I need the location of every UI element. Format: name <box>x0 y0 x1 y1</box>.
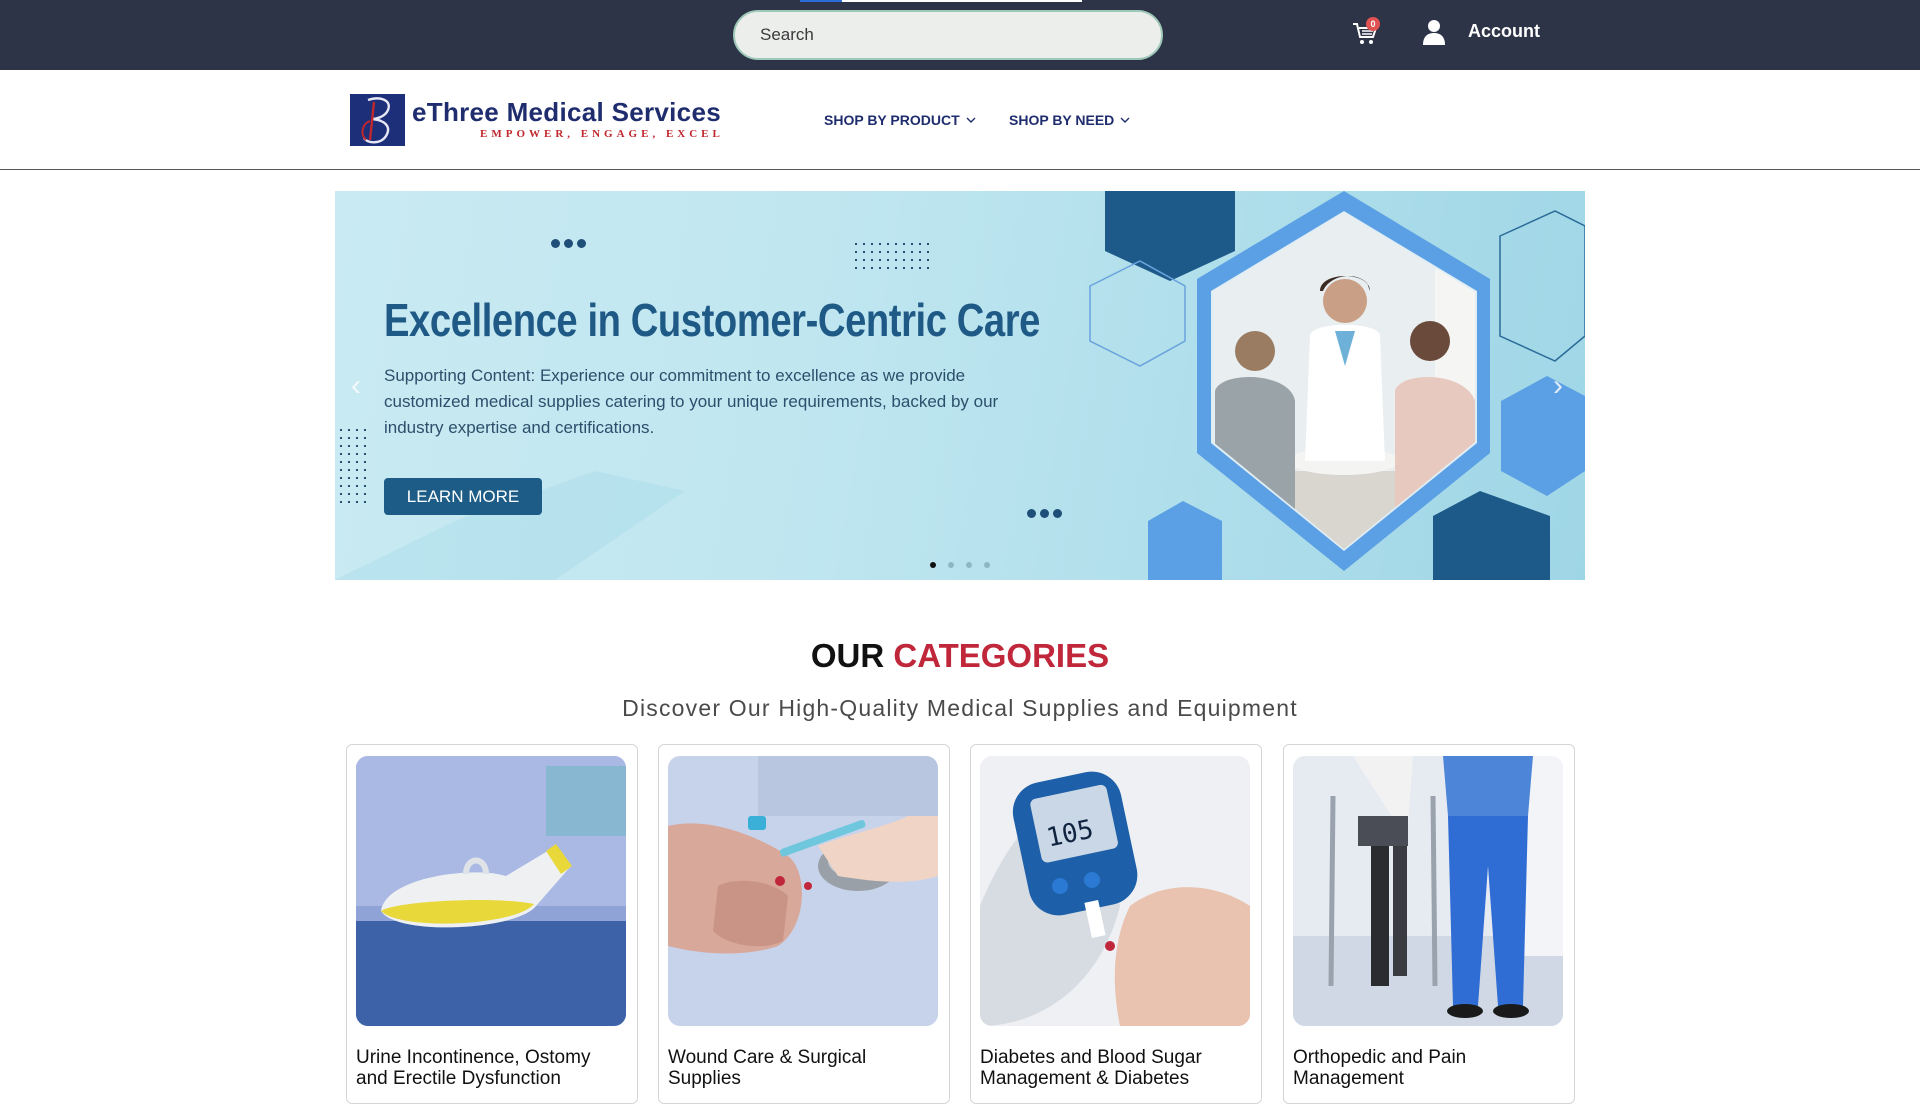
search-box[interactable] <box>733 10 1163 60</box>
nav-label: SHOP BY PRODUCT <box>824 112 960 128</box>
cart-count-badge: 0 <box>1366 17 1380 31</box>
chevron-down-icon <box>966 117 976 123</box>
slide-dot-3[interactable] <box>966 562 972 568</box>
slide-indicators <box>930 562 990 568</box>
categories-subtitle: Discover Our High-Quality Medical Suppli… <box>622 695 1298 721</box>
category-title[interactable]: Diabetes and Blood Sugar Management & Di… <box>980 1047 1250 1089</box>
previous-slide-icon[interactable]: ‹ <box>351 369 361 403</box>
categories-heading-accent: CATEGORIES <box>893 637 1110 674</box>
hero-title: Excellence in Customer-Centric Care <box>384 294 1040 346</box>
category-title[interactable]: Urine Incontinence, Ostomy and Erectile … <box>356 1047 626 1089</box>
slide-dot-4[interactable] <box>984 562 990 568</box>
categories-heading-prefix: OUR <box>810 637 885 674</box>
next-slide-icon[interactable]: › <box>1553 369 1563 403</box>
categories-heading: OUR CATEGORIES <box>0 637 1920 675</box>
nav-label: SHOP BY NEED <box>1009 112 1115 128</box>
category-card-wound-care[interactable]: Wound Care & Surgical Supplies <box>658 744 950 1104</box>
category-card-urine-incontinence[interactable]: Urine Incontinence, Ostomy and Erectile … <box>346 744 638 1104</box>
search-input[interactable] <box>735 12 1161 58</box>
category-image[interactable] <box>1293 756 1563 1026</box>
user-icon[interactable] <box>1420 18 1448 46</box>
category-image[interactable]: 105 <box>980 756 1250 1026</box>
category-image[interactable] <box>356 756 626 1026</box>
nav-shop-by-product[interactable]: SHOP BY PRODUCT <box>824 112 977 128</box>
decor-dot-grid <box>340 429 366 503</box>
decor-dots <box>1027 509 1062 518</box>
nav-shop-by-need[interactable]: SHOP BY NEED <box>1009 112 1131 128</box>
top-bar: 0 Account <box>0 0 1920 70</box>
account-link[interactable]: Account <box>1468 21 1540 42</box>
slide-dot-2[interactable] <box>948 562 954 568</box>
chevron-down-icon <box>1120 117 1130 123</box>
slide-dot-1[interactable] <box>930 562 936 568</box>
category-image[interactable] <box>668 756 938 1026</box>
category-card-diabetes[interactable]: 105 Diabetes and Blood Sugar Management … <box>970 744 1262 1104</box>
hero-text: Supporting Content: Experience our commi… <box>384 366 999 437</box>
logo-icon[interactable] <box>350 94 405 146</box>
hero-slider: Excellence in Customer-Centric Care Supp… <box>335 191 1585 580</box>
learn-more-button[interactable]: LEARN MORE <box>384 478 542 515</box>
decor-dots <box>551 239 586 248</box>
logo-tagline: EMPOWER, ENGAGE, EXCEL <box>480 128 724 140</box>
category-title[interactable]: Orthopedic and Pain Management <box>1293 1047 1563 1089</box>
site-header: eThree Medical Services EMPOWER, ENGAGE,… <box>0 70 1920 170</box>
decor-dot-grid <box>855 243 929 269</box>
logo-name[interactable]: eThree Medical Services <box>412 97 721 128</box>
category-title[interactable]: Wound Care & Surgical Supplies <box>668 1047 938 1089</box>
category-card-orthopedic[interactable]: Orthopedic and Pain Management <box>1283 744 1575 1104</box>
top-strip <box>800 0 1082 2</box>
